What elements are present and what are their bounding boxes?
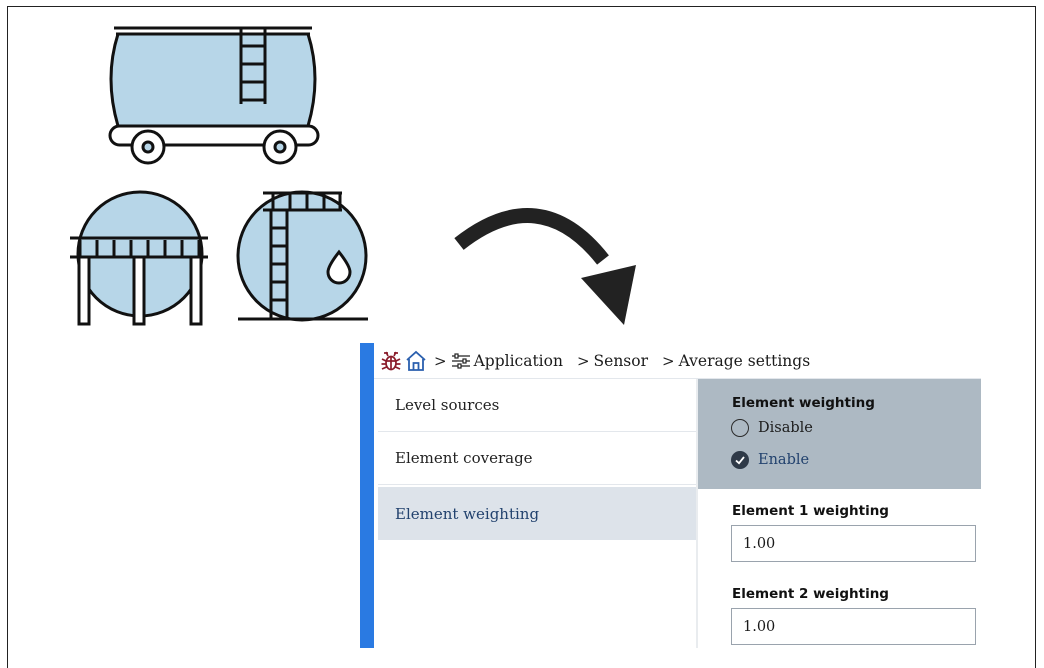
navigation-menu: Level sources Element coverage Element w…: [360, 379, 698, 648]
horizontal-cylinder-tank-illustration: [236, 190, 368, 322]
element-1-weighting-label: Element 1 weighting: [732, 503, 889, 519]
breadcrumb-separator: >: [434, 351, 447, 370]
sliders-icon: [451, 352, 470, 369]
radio-disable[interactable]: Disable: [731, 419, 813, 437]
curved-arrow-icon: [454, 208, 636, 325]
breadcrumb: > Application > Sensor > Average setting…: [360, 342, 981, 379]
breadcrumb-separator: >: [576, 351, 590, 370]
bug-icon[interactable]: [380, 350, 402, 372]
radio-enable[interactable]: Enable: [731, 451, 809, 469]
navigation-rail: [360, 379, 374, 648]
nav-item-element-coverage[interactable]: Element coverage: [378, 432, 696, 485]
settings-panel: Element weighting Disable Enable Element…: [698, 379, 981, 648]
tank-illustrations: [70, 26, 636, 326]
home-icon[interactable]: [404, 349, 428, 373]
element-weighting-group: Element weighting Disable Enable: [698, 379, 981, 489]
breadcrumb-item-sensor[interactable]: Sensor: [594, 352, 648, 370]
radio-label-enable: Enable: [758, 452, 810, 468]
accent-bar: [360, 342, 374, 379]
group-title: Element weighting: [732, 395, 875, 411]
nav-item-level-sources[interactable]: Level sources: [378, 379, 696, 432]
element-1-weighting-input[interactable]: [731, 525, 976, 562]
radio-circle-unchecked: [731, 419, 749, 437]
radio-label-disable: Disable: [758, 420, 813, 436]
breadcrumb-label-application: Application: [473, 351, 563, 370]
radio-circle-checked: [731, 451, 749, 469]
spherical-tank-illustration: [70, 190, 208, 326]
element-2-weighting-label: Element 2 weighting: [732, 586, 889, 602]
nav-item-element-weighting[interactable]: Element weighting: [378, 487, 696, 540]
rail-tank-car-illustration: [108, 26, 320, 165]
element-2-weighting-input[interactable]: [731, 608, 976, 645]
app-screen: > Application > Sensor > Average setting…: [360, 342, 981, 648]
breadcrumb-item-average-settings[interactable]: Average settings: [679, 352, 811, 370]
checkmark-icon: [735, 456, 745, 465]
breadcrumb-item-application[interactable]: Application: [451, 352, 563, 370]
breadcrumb-separator: >: [662, 351, 675, 370]
